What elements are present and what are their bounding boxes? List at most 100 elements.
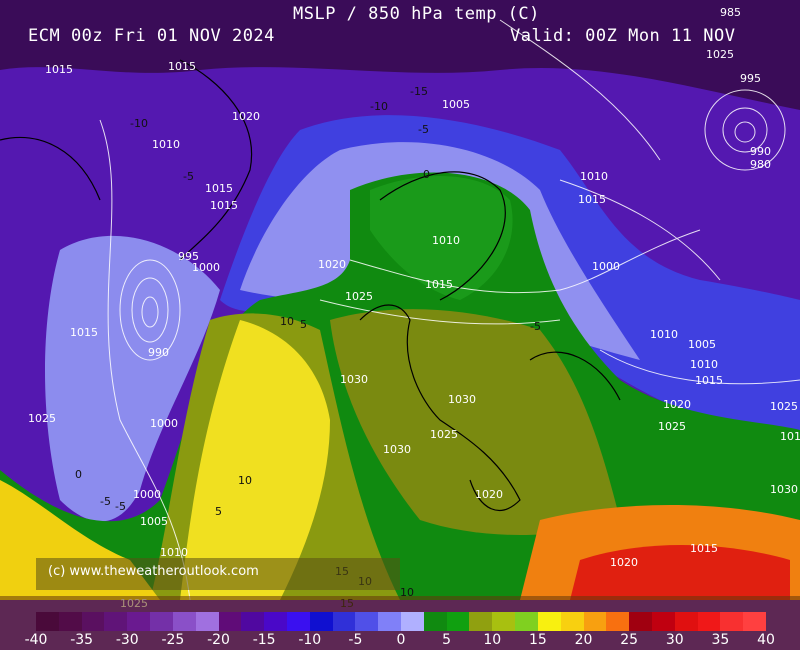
colorbar-tick-label: -10 [298,632,322,648]
isobar-label: 1005 [140,515,168,528]
colorbar-swatch [104,612,128,631]
isobar-label: 1015 [425,278,453,291]
colorbar-swatch [469,612,493,631]
temperature-label: -5 [115,500,126,513]
colorbar-ticks: -40 -35 -30 -25 -20 -15 -10 -5 0 5 10 15 20 25 30 35 40 [0,632,800,650]
colorbar-swatch [651,612,675,631]
isobar-label: 1025 [706,48,734,61]
isobar-label: 1015 [210,199,238,212]
colorbar-tick-label: 5 [442,632,452,648]
colorbar-tick-label: -5 [348,632,363,648]
temperature-label: 0 [423,168,430,181]
isobar-label: 1000 [150,417,178,430]
colorbar-swatch [264,612,287,631]
colorbar-swatch [720,612,744,631]
colorbar-tick-label: 35 [711,632,730,648]
isobar-label: 1015 [690,542,718,555]
temperature-label: 5 [300,318,307,331]
temperature-colorbar [36,612,766,631]
colorbar-tick-label: 0 [396,632,406,648]
isobar-label: 985 [720,6,741,19]
weather-map-chart: 1015 1015 1020 1010 1015 1015 995 1000 990 1015 10… [0,0,800,650]
isobar-label: 1025 [430,428,458,441]
colorbar-swatch [606,612,630,631]
colorbar-swatch [560,612,584,631]
isobar-label: 1020 [232,110,260,123]
temperature-label: 10 [238,474,252,487]
isobar-label: 1005 [442,98,470,111]
isobar-label: 1030 [340,373,368,386]
colorbar-swatch [697,612,721,631]
temperature-label: 5 [215,505,222,518]
isobar-label: 1020 [318,258,346,271]
isobar-label: 1020 [663,398,691,411]
colorbar-tick-label: -35 [70,632,94,648]
isobar-label: 990 [148,346,169,359]
isobar-label: 1015 [168,60,196,73]
colorbar-swatch [674,612,698,631]
colorbar-tick-label: 30 [665,632,684,648]
colorbar-tick-label: -30 [115,632,139,648]
colorbar-swatch [423,612,447,631]
isobar-label: 1020 [610,556,638,569]
temperature-label: -5 [530,320,541,333]
isobar-label: 1010 [780,430,800,443]
colorbar-tick-label: 15 [528,632,547,648]
isobar-label: 1000 [133,488,161,501]
isobar-label: 1015 [70,326,98,339]
isobar-label: 1025 [658,420,686,433]
map-title: MSLP / 850 hPa temp (C) [293,4,540,24]
colorbar-swatch [332,612,356,631]
isobar-label: 1025 [770,400,798,413]
model-run-label: ECM 00z Fri 01 NOV 2024 [28,26,275,46]
credit-text[interactable]: (c) www.theweatheroutlook.com [48,564,259,579]
colorbar-swatch [150,612,173,631]
isobar-label: 995 [740,72,761,85]
colorbar-swatch [81,612,105,631]
isobar-label: 1025 [28,412,56,425]
temperature-label: -15 [410,85,428,98]
colorbar-tick-label: 40 [757,632,775,648]
colorbar-swatch [195,612,219,631]
colorbar-swatch [378,612,401,631]
isobar-label: 1025 [345,290,373,303]
colorbar-swatch [492,612,516,631]
isobar-label: 1030 [448,393,476,406]
colorbar-swatch [355,612,379,631]
isobar-label: 1015 [578,193,606,206]
colorbar-swatch [629,612,652,631]
colorbar-swatch [515,612,538,631]
isobar-label: 1030 [383,443,411,456]
isobar-label: 1015 [695,374,723,387]
colorbar-tick-label: 20 [574,632,593,648]
isobar-label: 1010 [650,328,678,341]
isobar-label: 980 [750,158,771,171]
temperature-map: 1015 101510201010101510159951000990101510… [0,0,800,650]
colorbar-swatch [446,612,470,631]
colorbar-swatch [286,612,310,631]
colorbar-tick-label: -20 [207,632,230,648]
temperature-label: -10 [130,117,148,130]
colorbar-swatch [401,612,424,631]
isobar-label: 1000 [192,261,220,274]
colorbar-swatch [218,612,242,631]
temperature-label: -5 [418,123,429,136]
colorbar-tick-label: 10 [483,632,502,648]
colorbar-swatch [172,612,196,631]
colorbar-tick-label: 25 [620,632,639,648]
valid-time-label: Valid: 00Z Mon 11 NOV [510,26,736,46]
isobar-label: 990 [750,145,771,158]
temperature-label: 0 [75,468,82,481]
isobar-label: 1030 [770,483,798,496]
isobar-label: 1005 [688,338,716,351]
colorbar-swatch [241,612,265,631]
colorbar-swatch [36,612,59,631]
colorbar-swatch [537,612,561,631]
colorbar-swatch [309,612,333,631]
colorbar-swatch [583,612,607,631]
colorbar-tick-label: -15 [252,632,276,648]
colorbar-tick-label: -40 [24,632,48,648]
colorbar-swatch [58,612,82,631]
isobar-label: 1010 [432,234,460,247]
temperature-label: -10 [370,100,388,113]
